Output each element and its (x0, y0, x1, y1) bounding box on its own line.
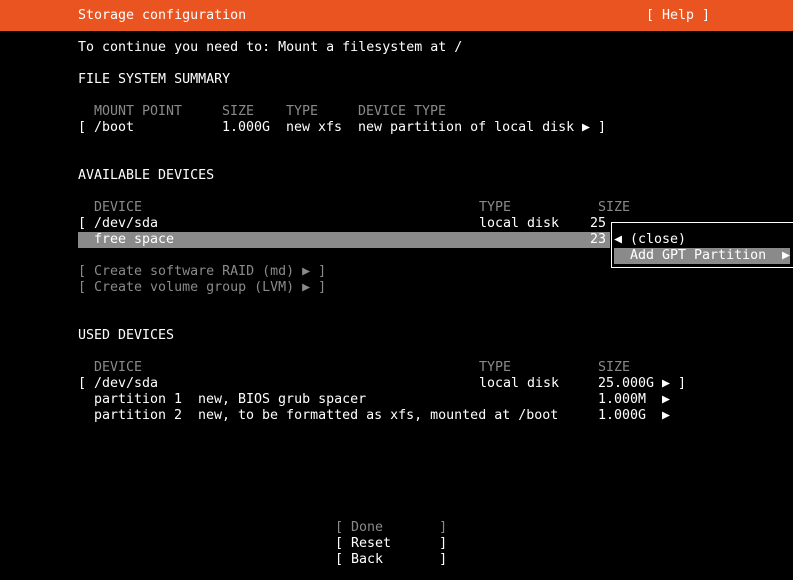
partition-row[interactable]: partition 2 new, to be formatted as xfs,… (94, 408, 674, 424)
create-raid-button[interactable]: [ Create software RAID (md) ▶ ] (78, 264, 326, 280)
row-arrow-icon: ▶ (662, 408, 671, 423)
intro-message: To continue you need to: Mount a filesys… (78, 40, 463, 55)
page-title: Storage configuration (78, 8, 247, 23)
device-type: local disk (479, 376, 560, 391)
row-mount-point: /boot (94, 120, 135, 135)
partition-name: partition 1 (94, 392, 183, 407)
row-arrow-icon: ▶ (662, 392, 671, 407)
row-arrow-icon: ▶ ] (662, 376, 687, 391)
col-type: TYPE (286, 104, 319, 119)
row-type: new xfs (286, 120, 343, 135)
create-lvm-button[interactable]: [ Create volume group (LVM) ▶ ] (78, 280, 326, 296)
free-space-label: free space (94, 232, 175, 247)
partition-desc: new, BIOS grub spacer (198, 392, 367, 407)
partition-row[interactable]: partition 1 new, BIOS grub spacer 1.000M… (94, 392, 674, 408)
device-name: /dev/sda (94, 216, 159, 231)
reset-button[interactable]: [ Reset ] (335, 536, 447, 552)
partition-size: 1.000G (598, 408, 647, 423)
device-name: /dev/sda (94, 376, 159, 391)
menu-add-gpt-partition[interactable]: Add GPT Partition ▶ (614, 248, 790, 264)
row-bracket: [ (78, 216, 87, 231)
available-device-sda[interactable]: [ /dev/sda local disk 25 (78, 216, 610, 232)
col-size: SIZE (222, 104, 255, 119)
col-type: TYPE (479, 360, 512, 375)
col-size: SIZE (598, 360, 631, 375)
free-space-size: 23 (590, 232, 607, 247)
col-device: DEVICE (94, 200, 143, 215)
partition-desc: new, to be formatted as xfs, mounted at … (198, 408, 559, 423)
fs-summary-heading: FILE SYSTEM SUMMARY (78, 72, 231, 87)
device-size: 25 (590, 216, 607, 231)
partition-size: 1.000M (598, 392, 647, 407)
col-type: TYPE (479, 200, 512, 215)
row-device-type: new partition of local disk (358, 120, 575, 135)
device-size: 25.000G (598, 376, 655, 391)
row-size: 1.000G (222, 120, 271, 135)
partition-name: partition 2 (94, 408, 183, 423)
used-device-sda[interactable]: [ /dev/sda local disk 25.000G ▶ ] (78, 376, 688, 392)
row-arrow-icon: ▶ ] (582, 120, 607, 135)
menu-close-item[interactable]: ◀ (close) (614, 232, 686, 248)
device-type: local disk (479, 216, 560, 231)
help-button[interactable]: [ Help ] (646, 8, 710, 24)
free-space-row[interactable]: free space 23 (78, 232, 610, 248)
col-device: DEVICE (94, 360, 143, 375)
done-button[interactable]: [ Done ] (335, 520, 447, 536)
row-bracket: [ (78, 376, 87, 391)
header-bar: Storage configuration [ Help ] (0, 0, 793, 31)
col-device-type: DEVICE TYPE (358, 104, 447, 119)
fs-summary-row-boot[interactable]: [ /boot 1.000G new xfs new partition of … (78, 120, 608, 136)
available-devices-heading: AVAILABLE DEVICES (78, 168, 215, 183)
used-devices-heading: USED DEVICES (78, 328, 175, 343)
col-mount-point: MOUNT POINT (94, 104, 183, 119)
back-button[interactable]: [ Back ] (335, 552, 447, 568)
col-size: SIZE (598, 200, 631, 215)
chevron-right-icon: ▶ (782, 248, 791, 263)
menu-item-label: Add GPT Partition (630, 248, 767, 263)
row-bracket: [ (78, 120, 87, 135)
